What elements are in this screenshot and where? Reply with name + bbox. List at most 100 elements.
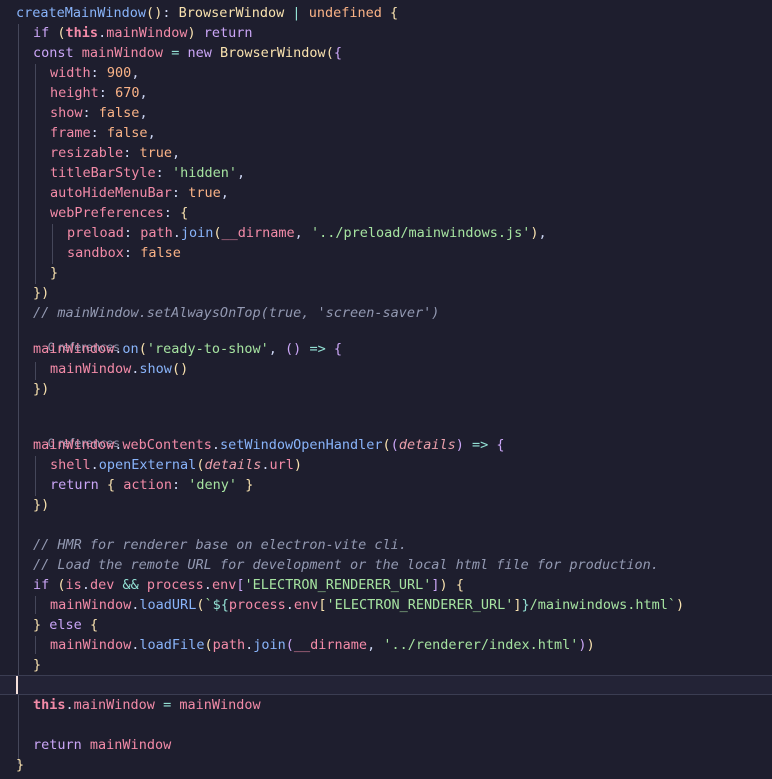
code-line[interactable]: preload: path.join(__dirname, '../preloa… [0, 223, 772, 243]
code-token: resizable [50, 145, 124, 161]
code-line[interactable]: shell.openExternal(details.url) [0, 455, 772, 475]
code-token: ) [41, 497, 50, 513]
code-token: } [16, 757, 25, 773]
code-token: } [33, 617, 42, 633]
code-token: ] [513, 597, 522, 613]
code-token: return [50, 477, 99, 493]
code-line[interactable]: if (is.dev && process.env['ELECTRON_REND… [0, 575, 772, 595]
code-line[interactable]: const mainWindow = new BrowserWindow({ [0, 43, 772, 63]
code-token: openExternal [98, 457, 197, 473]
code-line[interactable]: autoHideMenuBar: true, [0, 183, 772, 203]
code-line[interactable]: sandbox: false [0, 243, 772, 263]
code-line[interactable]: return { action: 'deny' } [0, 475, 772, 495]
code-line[interactable]: titleBarStyle: 'hidden', [0, 163, 772, 183]
code-token: this [65, 25, 99, 41]
code-token: | [292, 5, 301, 21]
code-line[interactable]: } [0, 755, 772, 775]
code-token: : [90, 65, 99, 81]
code-token: process [146, 577, 204, 593]
code-line[interactable] [0, 715, 772, 735]
code-token: details [398, 437, 456, 453]
code-token: 'hidden' [171, 165, 237, 181]
code-line[interactable] [0, 515, 772, 535]
code-line[interactable] [0, 399, 772, 419]
code-token: ) [41, 285, 50, 301]
code-line[interactable]: frame: false, [0, 123, 772, 143]
code-token: loadFile [139, 637, 205, 653]
code-token: . [285, 597, 294, 613]
code-token: { [333, 341, 342, 357]
code-line[interactable]: show: false, [0, 103, 772, 123]
code-token: { [333, 45, 342, 61]
code-token: , [171, 145, 181, 161]
code-line[interactable]: resizable: true, [0, 143, 772, 163]
code-line[interactable]: mainWindow.loadFile(path.join(__dirname,… [0, 635, 772, 655]
code-token: false [106, 125, 148, 141]
code-token: details [204, 457, 262, 473]
code-token: ) [41, 381, 50, 397]
code-token: } [50, 265, 59, 281]
code-token: { [455, 577, 464, 593]
code-line[interactable] [0, 675, 772, 695]
code-token: } [245, 477, 254, 493]
code-token: undefined [308, 5, 382, 21]
code-token: '../renderer/index.html' [383, 637, 579, 653]
code-line[interactable]: mainWindow.loadURL(`${process.env['ELECT… [0, 595, 772, 615]
code-token: ( [285, 637, 294, 653]
codelens-references[interactable]: 0 references [0, 323, 772, 354]
code-token: : [171, 185, 181, 201]
code-token: mainWindow [33, 437, 115, 453]
code-token: createMainWindow [16, 5, 147, 21]
code-line[interactable]: if (this.mainWindow) return [0, 23, 772, 43]
code-line[interactable]: this.mainWindow = mainWindow [0, 695, 772, 715]
code-line[interactable]: } [0, 263, 772, 283]
code-token: ( [325, 45, 334, 61]
code-token: is [65, 577, 82, 593]
code-line[interactable]: } else { [0, 615, 772, 635]
code-token: : [82, 105, 91, 121]
code-line[interactable]: } [0, 655, 772, 675]
code-line[interactable]: height: 670, [0, 83, 772, 103]
code-line[interactable]: mainWindow.webContents.setWindowOpenHand… [0, 435, 772, 455]
code-token: , [147, 125, 156, 141]
code-token: ) [187, 25, 196, 41]
code-line[interactable]: }) [0, 379, 772, 399]
code-token: . [98, 25, 107, 41]
code-token: ` [204, 597, 213, 613]
code-token: join [253, 637, 286, 653]
code-token: : [98, 85, 107, 101]
code-line[interactable]: mainWindow.on('ready-to-show', () => { [0, 339, 772, 359]
code-line[interactable]: // Load the remote URL for development o… [0, 555, 772, 575]
code-line[interactable]: createMainWindow(): BrowserWindow | unde… [0, 3, 772, 23]
code-token: ( [146, 5, 155, 21]
code-editor[interactable]: createMainWindow(): BrowserWindow | unde… [0, 0, 772, 779]
code-token: ( [57, 25, 66, 41]
code-line[interactable]: }) [0, 283, 772, 303]
code-token: . [172, 225, 181, 241]
code-line[interactable]: return mainWindow [0, 735, 772, 755]
code-token: = [163, 697, 172, 713]
code-token: ( [382, 437, 391, 453]
code-token: ( [138, 341, 147, 357]
code-line[interactable]: width: 900, [0, 63, 772, 83]
code-line[interactable]: webPreferences: { [0, 203, 772, 223]
code-token: env [211, 577, 237, 593]
code-line[interactable]: // mainWindow.setAlwaysOnTop(true, 'scre… [0, 303, 772, 323]
code-token: preload [67, 225, 124, 241]
code-line[interactable]: mainWindow.show() [0, 359, 772, 379]
code-line[interactable]: // HMR for renderer base on electron-vit… [0, 535, 772, 555]
code-token: } [33, 497, 42, 513]
code-token: action [123, 477, 172, 493]
code-token: this [33, 697, 66, 713]
code-line[interactable]: }) [0, 495, 772, 515]
codelens-references[interactable]: 0 references [0, 419, 772, 450]
code-token: { [390, 5, 399, 21]
